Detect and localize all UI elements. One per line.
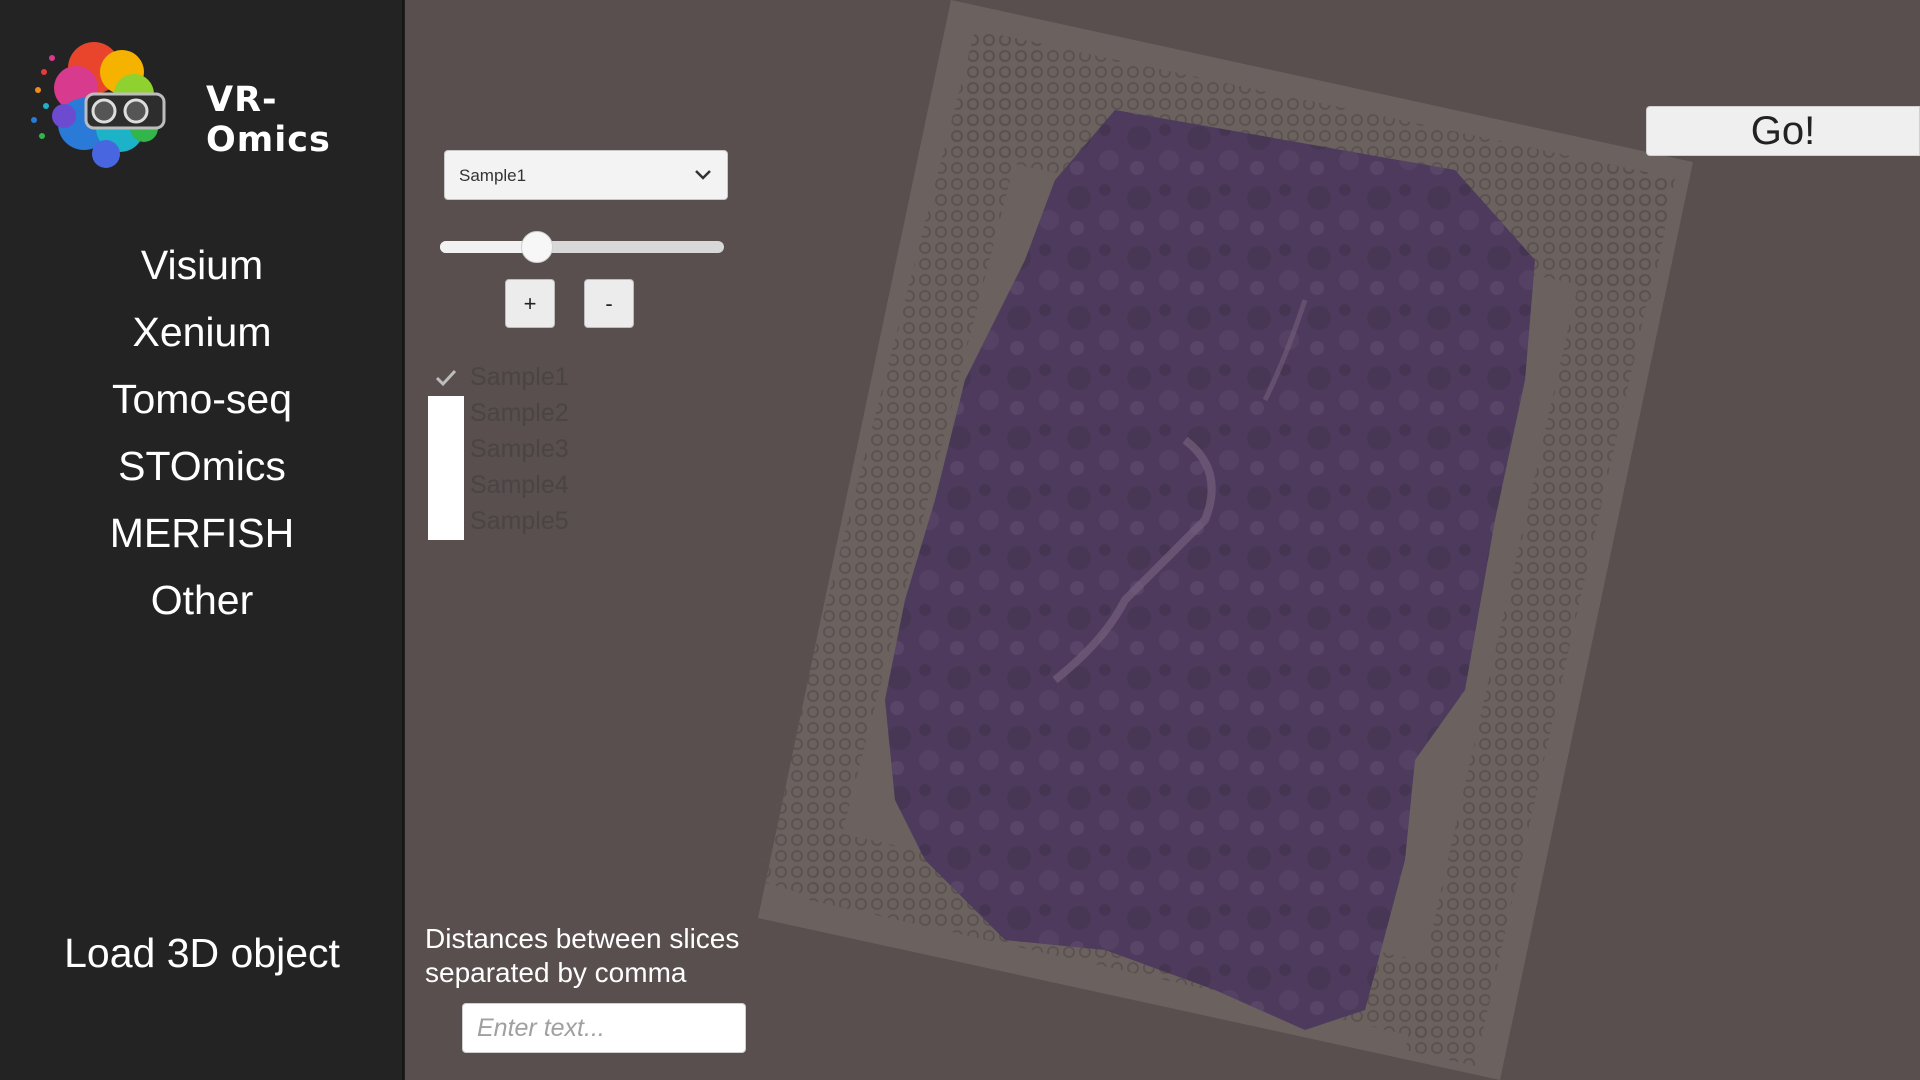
sample-dropdown[interactable]: Sample1 [444,150,728,200]
sidebar-item-other[interactable]: Other [0,577,404,624]
brain-vr-headset-logo-icon [31,42,166,168]
distances-label-line1: Distances between slices [425,923,740,954]
slider-handle[interactable] [520,231,553,263]
sample-toggle-3[interactable]: Sample3 [470,435,569,464]
sidebar-item-merfish[interactable]: MERFISH [0,510,404,557]
sidebar: VR-Omics Visium Xenium Tomo-seq STOmics … [0,0,404,1080]
sidebar-item-tomo-seq[interactable]: Tomo-seq [0,376,404,423]
sample-toggle-4[interactable]: Sample4 [470,471,569,500]
distances-input[interactable] [462,1003,746,1053]
distances-label: Distances between slices separated by co… [425,922,785,990]
dropdown-selected-label: Sample1 [459,166,527,185]
sample-toggle-bar[interactable] [428,396,464,540]
chevron-down-icon [695,170,711,180]
sidebar-item-stomics[interactable]: STOmics [0,443,404,490]
load-3d-object-button[interactable]: Load 3D object [0,930,404,977]
checkmark-icon [435,369,457,387]
app-title: VR-Omics [206,80,331,160]
sample-toggle-2[interactable]: Sample2 [470,399,569,428]
minus-button[interactable]: - [584,279,634,328]
plus-button[interactable]: + [505,279,555,328]
sidebar-item-visium[interactable]: Visium [0,242,404,289]
sidebar-item-xenium[interactable]: Xenium [0,309,404,356]
go-button[interactable]: Go! [1646,106,1920,156]
slice-slider[interactable] [440,231,724,263]
sample-toggle-1[interactable]: Sample1 [470,363,569,392]
sample-toggle-5[interactable]: Sample5 [470,507,569,536]
distances-label-line2: separated by comma [425,957,687,988]
